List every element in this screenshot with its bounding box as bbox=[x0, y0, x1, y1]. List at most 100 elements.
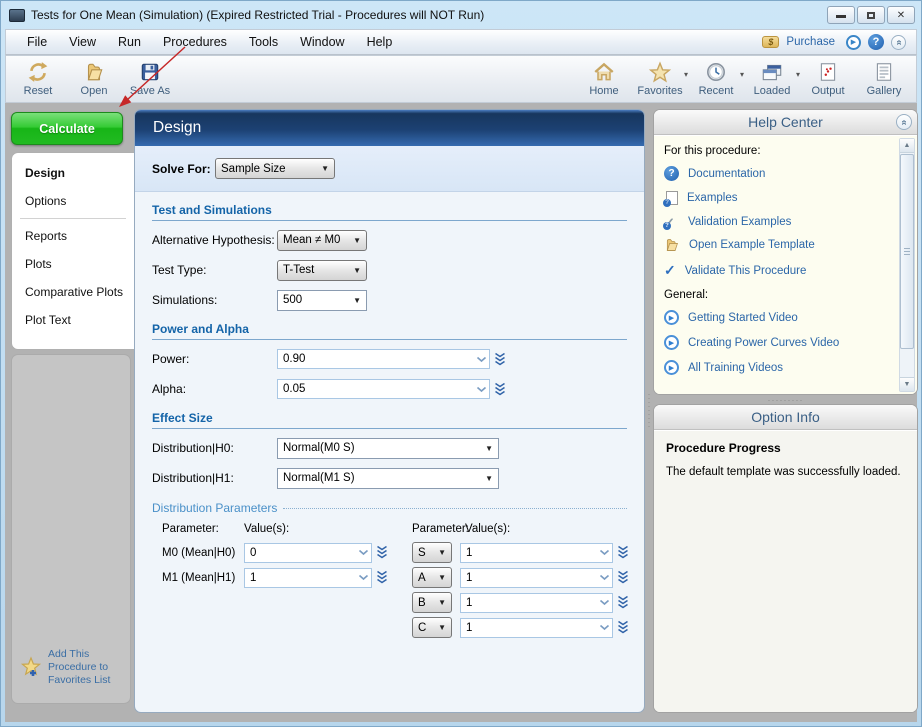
reset-button[interactable]: Reset bbox=[12, 58, 64, 100]
scrollbar-thumb[interactable] bbox=[900, 154, 914, 349]
param-b-input[interactable]: 1 bbox=[460, 593, 613, 613]
alpha-input[interactable]: 0.05 bbox=[277, 379, 490, 399]
maximize-button[interactable] bbox=[857, 6, 885, 24]
help-link-validate-procedure[interactable]: ✓ Validate This Procedure bbox=[664, 262, 893, 279]
menu-window[interactable]: Window bbox=[289, 31, 355, 53]
option-info-body: Procedure Progress The default template … bbox=[654, 431, 917, 712]
output-button[interactable]: Output bbox=[802, 58, 854, 100]
simulations-combo[interactable]: 500▼ bbox=[277, 290, 367, 311]
home-button[interactable]: Home bbox=[578, 58, 630, 100]
sidebar-item-reports[interactable]: Reports bbox=[12, 222, 134, 250]
menu-view[interactable]: View bbox=[58, 31, 107, 53]
test-type-label: Test Type: bbox=[152, 263, 277, 277]
param-c-dropdown[interactable]: C▼ bbox=[412, 617, 452, 638]
power-input[interactable]: 0.90 bbox=[277, 349, 490, 369]
chevron-down-icon[interactable] bbox=[599, 549, 610, 556]
sidebar-item-comparative-plots[interactable]: Comparative Plots bbox=[12, 278, 134, 306]
loaded-button[interactable]: ▾ Loaded bbox=[746, 58, 798, 100]
value-list-icon[interactable] bbox=[376, 570, 388, 585]
value-list-icon[interactable] bbox=[617, 545, 629, 560]
param-row-s: S▼ 1 bbox=[412, 540, 634, 565]
chevron-down-icon[interactable] bbox=[599, 599, 610, 606]
value-list-icon[interactable] bbox=[494, 382, 506, 397]
alt-hypothesis-dropdown[interactable]: Mean ≠ M0▼ bbox=[277, 230, 367, 251]
help-link-getting-started-video[interactable]: ▶ Getting Started Video bbox=[664, 310, 893, 325]
chevron-down-icon[interactable] bbox=[599, 574, 610, 581]
loaded-dropdown-arrow[interactable]: ▾ bbox=[796, 70, 800, 79]
menu-tools[interactable]: Tools bbox=[238, 31, 289, 53]
purchase-link[interactable]: Purchase bbox=[786, 36, 835, 48]
menu-procedures[interactable]: Procedures bbox=[152, 31, 238, 53]
param-s-dropdown[interactable]: S▼ bbox=[412, 542, 452, 563]
param-m0-input[interactable]: 0 bbox=[244, 543, 372, 563]
param-m1-label: M1 (Mean|H1) bbox=[162, 572, 244, 584]
favorites-dropdown-arrow[interactable]: ▾ bbox=[684, 70, 688, 79]
help-center-panel: Help Center « For this procedure: ? Docu… bbox=[653, 109, 918, 395]
alt-hypothesis-label: Alternative Hypothesis: bbox=[152, 233, 277, 247]
calculate-button[interactable]: Calculate bbox=[11, 112, 123, 145]
minimize-button[interactable]: ▬ bbox=[827, 6, 855, 24]
open-button[interactable]: Open bbox=[68, 58, 120, 100]
solve-for-dropdown[interactable]: Sample Size▼ bbox=[215, 158, 335, 179]
param-s-input[interactable]: 1 bbox=[460, 543, 613, 563]
sidebar-item-plots[interactable]: Plots bbox=[12, 250, 134, 278]
vertical-splitter[interactable]: ········· bbox=[646, 109, 653, 713]
scroll-down-icon[interactable]: ▼ bbox=[900, 377, 914, 391]
param-b-dropdown[interactable]: B▼ bbox=[412, 592, 452, 613]
window-title: Tests for One Mean (Simulation) (Expired… bbox=[31, 8, 484, 22]
favorites-button[interactable]: ▾ Favorites bbox=[634, 58, 686, 100]
help-link-power-curves-video[interactable]: ▶ Creating Power Curves Video bbox=[664, 335, 893, 350]
sidebar-item-plot-text[interactable]: Plot Text bbox=[12, 306, 134, 334]
help-link-validation-examples[interactable]: ✓? Validation Examples bbox=[664, 215, 893, 228]
help-link-documentation[interactable]: ? Documentation bbox=[664, 166, 893, 181]
chevron-down-icon[interactable] bbox=[358, 574, 369, 581]
sidebar-item-options[interactable]: Options bbox=[12, 187, 134, 215]
star-plus-icon bbox=[20, 656, 42, 678]
param-a-dropdown[interactable]: A▼ bbox=[412, 567, 452, 588]
save-as-button[interactable]: Save As bbox=[124, 58, 176, 100]
param-c-input[interactable]: 1 bbox=[460, 618, 613, 638]
help-link-all-training-videos[interactable]: ▶ All Training Videos bbox=[664, 360, 893, 375]
value-list-icon[interactable] bbox=[376, 545, 388, 560]
close-button[interactable]: ✕ bbox=[887, 6, 915, 24]
section-effect-size: Effect Size bbox=[152, 411, 627, 429]
distribution-h1-combo[interactable]: Normal(M1 S)▼ bbox=[277, 468, 499, 489]
gallery-icon bbox=[873, 61, 895, 83]
param-m1-input[interactable]: 1 bbox=[244, 568, 372, 588]
chevron-down-icon[interactable] bbox=[476, 386, 487, 393]
sidebar-item-design[interactable]: Design bbox=[12, 159, 134, 187]
value-list-icon[interactable] bbox=[494, 352, 506, 367]
help-center-collapse-icon[interactable]: « bbox=[896, 114, 912, 130]
value-list-icon[interactable] bbox=[617, 570, 629, 585]
menu-bar: File View Run Procedures Tools Window He… bbox=[5, 29, 917, 55]
value-list-icon[interactable] bbox=[617, 620, 629, 635]
test-type-dropdown[interactable]: T-Test▼ bbox=[277, 260, 367, 281]
chevron-down-icon[interactable] bbox=[358, 549, 369, 556]
value-list-icon[interactable] bbox=[617, 595, 629, 610]
distribution-h0-combo[interactable]: Normal(M0 S)▼ bbox=[277, 438, 499, 459]
chevron-down-icon[interactable] bbox=[476, 356, 487, 363]
help-center-title: Help Center bbox=[748, 114, 823, 130]
param-a-input[interactable]: 1 bbox=[460, 568, 613, 588]
add-to-favorites[interactable]: Add This Procedure to Favorites List bbox=[20, 648, 110, 687]
menu-help[interactable]: Help bbox=[356, 31, 404, 53]
video-play-icon[interactable]: ▶ bbox=[846, 35, 861, 50]
recent-dropdown-arrow[interactable]: ▾ bbox=[740, 70, 744, 79]
chevron-down-icon[interactable] bbox=[599, 624, 610, 631]
help-link-open-example-template[interactable]: Open Example Template bbox=[664, 238, 893, 252]
help-center-scrollbar[interactable]: ▲ ▼ bbox=[899, 138, 915, 392]
help-link-examples[interactable]: ? Examples bbox=[664, 191, 893, 205]
collapse-ribbon-icon[interactable]: « bbox=[891, 35, 906, 50]
power-label: Power: bbox=[152, 352, 277, 366]
menu-file[interactable]: File bbox=[16, 31, 58, 53]
gallery-button[interactable]: Gallery bbox=[858, 58, 910, 100]
menu-run[interactable]: Run bbox=[107, 31, 152, 53]
dropdown-arrow-icon: ▼ bbox=[315, 164, 329, 173]
recent-button[interactable]: ▾ Recent bbox=[690, 58, 742, 100]
purchase-coin-icon[interactable]: $ bbox=[762, 36, 779, 48]
app-window: Tests for One Mean (Simulation) (Expired… bbox=[0, 0, 922, 727]
help-icon[interactable]: ? bbox=[868, 34, 884, 50]
scroll-up-icon[interactable]: ▲ bbox=[900, 139, 914, 153]
values-header-left: Value(s): bbox=[244, 523, 289, 535]
horizontal-splitter[interactable]: ········· bbox=[653, 395, 918, 404]
